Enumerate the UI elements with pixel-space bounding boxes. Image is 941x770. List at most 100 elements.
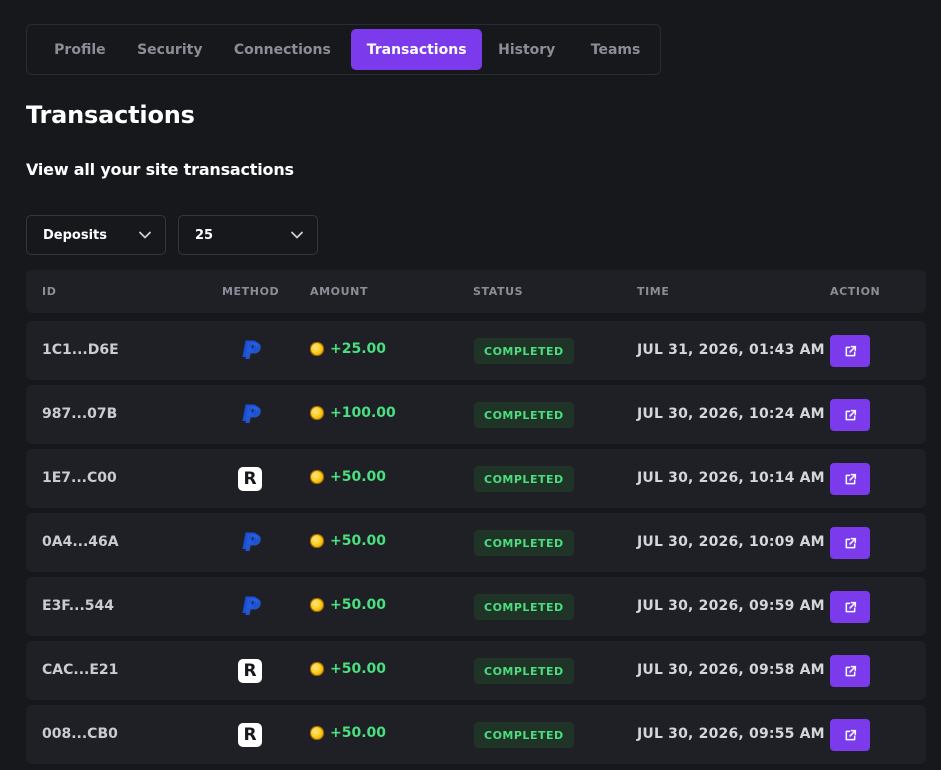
payment-method: P <box>237 530 263 557</box>
transaction-amount: +25.00 <box>310 341 386 357</box>
amount-value: +50.00 <box>330 597 387 613</box>
open-transaction-button[interactable] <box>830 399 870 431</box>
open-transaction-button[interactable] <box>830 719 870 751</box>
payment-method: R <box>237 658 263 684</box>
payment-method: R <box>237 722 263 748</box>
header-amount: AMOUNT <box>310 285 369 298</box>
header-id: ID <box>42 285 57 298</box>
table-header: ID METHOD AMOUNT STATUS TIME ACTION <box>26 270 926 313</box>
external-link-icon <box>845 345 856 356</box>
transaction-time: JUL 30, 2026, 10:14 AM <box>637 470 825 486</box>
transaction-amount: +50.00 <box>310 533 386 549</box>
table-row: E3F...544 P +50.00 COMPLETED JUL 30, 202… <box>26 577 926 636</box>
external-link-icon <box>845 729 856 740</box>
paypal-icon: P <box>242 596 261 621</box>
page-size-select[interactable]: 25 <box>178 215 318 255</box>
open-transaction-button[interactable] <box>830 463 870 495</box>
payment-method: P <box>237 402 263 429</box>
paypal-icon: P <box>242 532 261 557</box>
status-badge: COMPLETED <box>474 402 574 428</box>
transaction-id: 1E7...C00 <box>42 470 117 486</box>
tab-transactions[interactable]: Transactions <box>350 29 483 70</box>
revolut-icon: R <box>238 467 262 491</box>
external-link-icon <box>845 409 856 420</box>
table-row: 1C1...D6E P +25.00 COMPLETED JUL 31, 202… <box>26 321 926 380</box>
transaction-time: JUL 30, 2026, 09:55 AM <box>637 726 825 742</box>
page-size-value: 25 <box>195 227 214 243</box>
table-row: 0A4...46A P +50.00 COMPLETED JUL 30, 202… <box>26 513 926 572</box>
tab-bar: Profile Security Connections Transaction… <box>26 24 661 75</box>
open-transaction-button[interactable] <box>830 655 870 687</box>
transaction-amount: +50.00 <box>310 725 386 741</box>
coin-icon <box>310 662 324 676</box>
transaction-time: JUL 30, 2026, 09:58 AM <box>637 662 825 678</box>
header-time: TIME <box>637 285 670 298</box>
table-row: 987...07B P +100.00 COMPLETED JUL 30, 20… <box>26 385 926 444</box>
tab-security[interactable]: Security <box>126 29 214 70</box>
status-badge: COMPLETED <box>474 338 574 364</box>
header-action: ACTION <box>830 285 881 298</box>
status-badge: COMPLETED <box>474 658 574 684</box>
transaction-time: JUL 31, 2026, 01:43 AM <box>637 342 825 358</box>
paypal-icon: P <box>242 340 261 365</box>
coin-icon <box>310 534 324 548</box>
transaction-type-select[interactable]: Deposits <box>26 215 166 255</box>
external-link-icon <box>845 665 856 676</box>
revolut-icon: R <box>238 723 262 747</box>
table-row: 008...CB0 R +50.00 COMPLETED JUL 30, 202… <box>26 705 926 764</box>
coin-icon <box>310 726 324 740</box>
page-subtitle: View all your site transactions <box>26 160 294 179</box>
transaction-id: 0A4...46A <box>42 534 119 550</box>
coin-icon <box>310 598 324 612</box>
tab-history[interactable]: History <box>482 29 571 70</box>
table-row: 1E7...C00 R +50.00 COMPLETED JUL 30, 202… <box>26 449 926 508</box>
status-badge: COMPLETED <box>474 594 574 620</box>
amount-value: +25.00 <box>330 341 387 357</box>
status-badge: COMPLETED <box>474 466 574 492</box>
coin-icon <box>310 342 324 356</box>
amount-value: +50.00 <box>330 533 387 549</box>
header-status: STATUS <box>473 285 524 298</box>
tab-teams[interactable]: Teams <box>571 29 660 70</box>
paypal-icon: P <box>242 404 261 429</box>
amount-value: +50.00 <box>330 725 387 741</box>
transaction-time: JUL 30, 2026, 10:24 AM <box>637 406 825 422</box>
transaction-amount: +100.00 <box>310 405 396 421</box>
chevron-down-icon <box>139 231 151 239</box>
transaction-id: CAC...E21 <box>42 662 119 678</box>
revolut-icon: R <box>238 659 262 683</box>
open-transaction-button[interactable] <box>830 527 870 559</box>
payment-method: P <box>237 338 263 365</box>
status-badge: COMPLETED <box>474 722 574 748</box>
open-transaction-button[interactable] <box>830 335 870 367</box>
transaction-id: E3F...544 <box>42 598 114 614</box>
coin-icon <box>310 470 324 484</box>
table-row: CAC...E21 R +50.00 COMPLETED JUL 30, 202… <box>26 641 926 700</box>
transaction-type-value: Deposits <box>43 227 107 243</box>
external-link-icon <box>845 473 856 484</box>
page-title: Transactions <box>26 101 195 129</box>
transaction-id: 008...CB0 <box>42 726 118 742</box>
amount-value: +50.00 <box>330 469 387 485</box>
amount-value: +100.00 <box>330 405 396 421</box>
transaction-amount: +50.00 <box>310 469 386 485</box>
transaction-time: JUL 30, 2026, 10:09 AM <box>637 534 825 550</box>
external-link-icon <box>845 537 856 548</box>
chevron-down-icon <box>291 231 303 239</box>
transactions-page: Profile Security Connections Transaction… <box>0 0 941 770</box>
transaction-time: JUL 30, 2026, 09:59 AM <box>637 598 825 614</box>
amount-value: +50.00 <box>330 661 387 677</box>
transaction-amount: +50.00 <box>310 661 386 677</box>
open-transaction-button[interactable] <box>830 591 870 623</box>
payment-method: P <box>237 594 263 621</box>
transaction-id: 987...07B <box>42 406 118 422</box>
tab-connections[interactable]: Connections <box>214 29 351 70</box>
payment-method: R <box>237 466 263 492</box>
status-badge: COMPLETED <box>474 530 574 556</box>
header-method: METHOD <box>222 285 280 298</box>
tab-profile[interactable]: Profile <box>34 29 126 70</box>
external-link-icon <box>845 601 856 612</box>
transaction-id: 1C1...D6E <box>42 342 119 358</box>
coin-icon <box>310 406 324 420</box>
transaction-amount: +50.00 <box>310 597 386 613</box>
